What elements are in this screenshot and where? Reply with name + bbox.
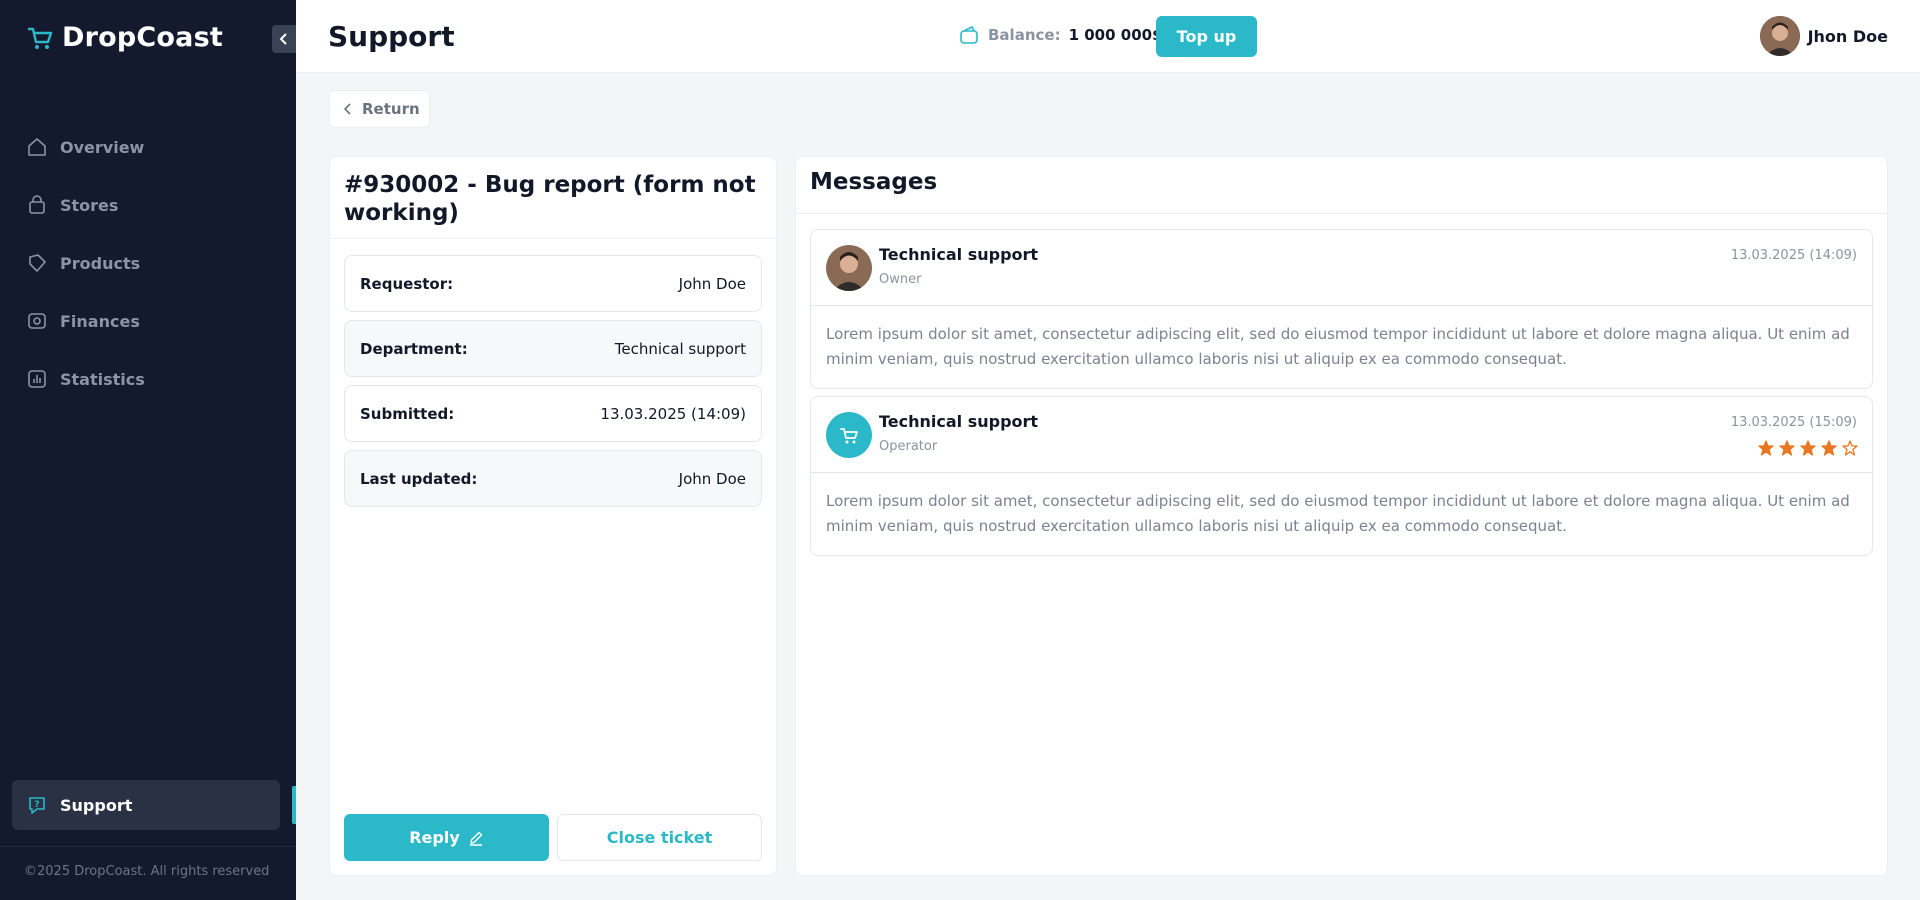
- info-row-last-updated: Last updated: John Doe: [344, 450, 762, 507]
- sidebar-item-products[interactable]: Products: [0, 234, 296, 292]
- home-icon: [26, 136, 48, 158]
- messages-panel: Messages Technical support Owner 13.03.2…: [795, 156, 1888, 876]
- user-menu[interactable]: Jhon Doe: [1759, 16, 1888, 56]
- cart-icon: [840, 428, 858, 444]
- info-value: Technical support: [614, 339, 746, 358]
- return-button[interactable]: Return: [329, 90, 430, 128]
- info-row-department: Department: Technical support: [344, 320, 762, 377]
- message-item: Technical support Operator 13.03.2025 (1…: [810, 396, 1873, 556]
- brand-name: DropCoast: [62, 22, 223, 53]
- user-name: Jhon Doe: [1807, 26, 1888, 46]
- message-timestamp: 13.03.2025 (14:09): [1730, 248, 1857, 263]
- sidebar-item-label: Products: [60, 253, 141, 273]
- reply-button[interactable]: Reply: [344, 814, 549, 861]
- sidebar-collapse-button[interactable]: [272, 25, 296, 53]
- wallet-icon: [960, 26, 978, 44]
- info-row-submitted: Submitted: 13.03.2025 (14:09): [344, 385, 762, 442]
- reply-label: Reply: [409, 828, 460, 847]
- sidebar-item-label: Stores: [60, 195, 119, 215]
- balance-value: 1 000 000$: [1068, 26, 1163, 44]
- ticket-info-list: Requestor: John Doe Department: Technica…: [330, 239, 776, 507]
- top-up-button[interactable]: Top up: [1156, 16, 1257, 57]
- balance-display: Balance: 1 000 000$: [958, 24, 1163, 46]
- chevron-left-icon: [344, 103, 351, 115]
- info-label: Department:: [360, 339, 468, 358]
- sidebar-item-overview[interactable]: Overview: [0, 118, 296, 176]
- chart-icon: [26, 368, 48, 390]
- money-icon: [26, 310, 48, 332]
- ticket-actions: Reply Close ticket: [344, 814, 762, 861]
- sidebar-item-label: Support: [60, 795, 133, 815]
- cart-logo-icon: [27, 27, 53, 49]
- active-indicator: [292, 786, 296, 824]
- brand-logo[interactable]: DropCoast: [26, 22, 223, 53]
- avatar: [1759, 16, 1800, 56]
- sidebar-item-label: Finances: [60, 311, 140, 331]
- message-author: Technical support: [879, 412, 1039, 431]
- tag-icon: [26, 252, 48, 274]
- sidebar-item-support[interactable]: ? Support: [12, 780, 280, 830]
- sidebar-item-label: Overview: [60, 137, 145, 157]
- return-label: Return: [362, 100, 420, 118]
- ticket-title: #930002 - Bug report (form not working): [330, 157, 776, 239]
- avatar: [826, 245, 872, 291]
- message-role: Owner: [879, 272, 922, 287]
- chevron-left-icon: [279, 33, 287, 45]
- sidebar-nav: Overview Stores Products Finances Statis…: [0, 118, 296, 408]
- sidebar-item-stores[interactable]: Stores: [0, 176, 296, 234]
- sidebar-item-label: Statistics: [60, 369, 145, 389]
- divider: [0, 846, 296, 847]
- svg-text:?: ?: [34, 800, 39, 810]
- info-value: 13.03.2025 (14:09): [600, 404, 746, 423]
- operator-avatar: [826, 412, 872, 458]
- top-header: Support Balance: 1 000 000$ Top up Jhon …: [296, 0, 1920, 73]
- message-author: Technical support: [879, 245, 1039, 264]
- pencil-icon: [469, 831, 482, 846]
- page-title: Support: [328, 20, 455, 53]
- star-filled-icon[interactable]: [1800, 440, 1816, 456]
- copyright-footer: ©2025 DropCoast. All rights reserved: [24, 864, 270, 879]
- sidebar: DropCoast Overview Stores Products Finan…: [0, 0, 296, 900]
- star-rating[interactable]: [1758, 440, 1858, 456]
- ticket-details-panel: #930002 - Bug report (form not working) …: [329, 156, 777, 876]
- message-role: Operator: [879, 439, 938, 454]
- sidebar-item-statistics[interactable]: Statistics: [0, 350, 296, 408]
- info-value: John Doe: [678, 274, 746, 293]
- info-label: Requestor:: [360, 274, 454, 293]
- messages-title: Messages: [796, 157, 1887, 214]
- star-filled-icon[interactable]: [1779, 440, 1795, 456]
- sidebar-item-finances[interactable]: Finances: [0, 292, 296, 350]
- info-label: Submitted:: [360, 404, 455, 423]
- info-value: John Doe: [678, 469, 746, 488]
- info-row-requestor: Requestor: John Doe: [344, 255, 762, 312]
- balance-label: Balance:: [988, 26, 1061, 44]
- star-empty-icon[interactable]: [1842, 440, 1858, 456]
- star-filled-icon[interactable]: [1758, 440, 1774, 456]
- info-label: Last updated:: [360, 469, 478, 488]
- close-ticket-button[interactable]: Close ticket: [557, 814, 762, 861]
- message-body: Lorem ipsum dolor sit amet, consectetur …: [826, 325, 1850, 368]
- bag-icon: [26, 194, 48, 216]
- message-item: Technical support Owner 13.03.2025 (14:0…: [810, 229, 1873, 389]
- message-header: Technical support Operator 13.03.2025 (1…: [811, 397, 1872, 473]
- message-body: Lorem ipsum dolor sit amet, consectetur …: [826, 492, 1850, 535]
- message-header: Technical support Owner 13.03.2025 (14:0…: [811, 230, 1872, 306]
- chat-question-icon: ?: [26, 794, 48, 816]
- message-timestamp: 13.03.2025 (15:09): [1730, 415, 1857, 430]
- star-filled-icon[interactable]: [1821, 440, 1837, 456]
